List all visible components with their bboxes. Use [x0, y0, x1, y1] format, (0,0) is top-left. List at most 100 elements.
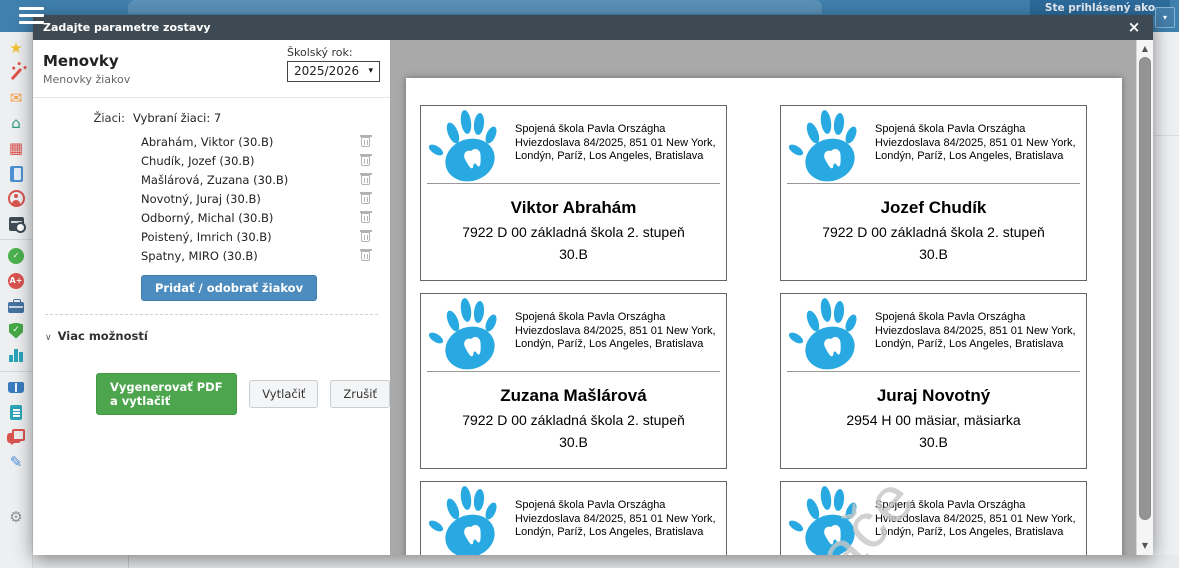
gear-icon[interactable]: ⚙: [0, 505, 32, 530]
student-row: Chudík, Jozef (30.B): [33, 151, 390, 170]
selected-count-label: Vybraní žiaci: 7: [133, 111, 221, 125]
scroll-down-icon[interactable]: ▼: [1137, 539, 1153, 553]
document-icon[interactable]: [0, 400, 32, 425]
trash-icon[interactable]: [361, 156, 370, 166]
check-circle-icon[interactable]: ✓: [0, 243, 32, 268]
student-name: Spatny, MIRO (30.B): [141, 249, 258, 263]
name-tag-card: Spojená škola Pavla Országha Hviezdoslav…: [420, 105, 727, 281]
card-student-name: Juraj Novotný: [781, 386, 1086, 406]
student-row: Poistený, Imrich (30.B): [33, 227, 390, 246]
mail-icon[interactable]: ✉: [0, 86, 32, 111]
name-tag-card: Spojená škola Pavla Országha Hviezdoslav…: [780, 481, 1087, 555]
student-row: Odborný, Michal (30.B): [33, 208, 390, 227]
card-class: 30.B: [421, 434, 726, 450]
school-year-value: 2025/2026: [294, 62, 359, 81]
report-parameters-modal: Zadajte parametre zostavy × Menovky Meno…: [33, 15, 1153, 555]
student-row: Spatny, MIRO (30.B): [33, 246, 390, 265]
student-list: Abrahám, Viktor (30.B) Chudík, Jozef (30…: [33, 132, 390, 265]
top-tab-hint: [128, 0, 822, 14]
trash-icon[interactable]: [361, 194, 370, 204]
card-student-name: Viktor Abrahám: [421, 198, 726, 218]
notebook-icon[interactable]: [0, 161, 32, 186]
page-right-edge: [1154, 32, 1179, 568]
trash-icon[interactable]: [361, 251, 370, 261]
handprint-logo-icon: [786, 108, 866, 188]
preview-page: Spojená škola Pavla Országha Hviezdoslav…: [406, 78, 1122, 555]
modal-title: Zadajte parametre zostavy: [43, 21, 211, 34]
student-name: Novotný, Juraj (30.B): [141, 192, 261, 206]
chevron-down-icon: ▾: [368, 62, 373, 81]
school-year-select[interactable]: 2025/2026 ▾: [287, 61, 380, 82]
star-icon[interactable]: ★: [0, 36, 32, 61]
trash-icon[interactable]: [361, 213, 370, 223]
grade-a-plus-icon[interactable]: A+: [0, 268, 32, 293]
handprint-logo-icon: [426, 108, 506, 188]
handprint-logo-icon: [426, 296, 506, 376]
scrollbar-thumb[interactable]: [1139, 57, 1151, 520]
card-divider: [787, 183, 1080, 184]
app-root: Ste prihlásený ako ▾ ★ ✉⌂▦ ✓A+ ✎ ⚙ Zadajte p…: [0, 0, 1179, 568]
generate-pdf-button[interactable]: Vygenerovať PDF a vytlačiť: [96, 373, 237, 415]
school-address: Spojená škola Pavla Országha Hviezdoslav…: [515, 311, 723, 352]
print-button[interactable]: Vytlačiť: [249, 380, 318, 408]
handprint-logo-icon: [786, 296, 866, 376]
card-class: 30.B: [781, 434, 1086, 450]
chat-icon[interactable]: [0, 425, 32, 450]
chevron-down-icon: ∨: [45, 333, 52, 343]
more-options-toggle[interactable]: ∨ Viac možností: [45, 329, 390, 343]
name-tag-card: Spojená škola Pavla Országha Hviezdoslav…: [780, 293, 1087, 469]
more-options-label: Viac možností: [58, 329, 148, 343]
card-student-name: Zuzana Mašlárová: [421, 386, 726, 406]
preview-scrollbar[interactable]: ▲ ▼: [1136, 40, 1153, 555]
report-form-panel: Menovky Menovky žiakov Školský rok: 2025…: [33, 40, 390, 555]
school-year-label: Školský rok:: [287, 46, 380, 59]
card-divider: [427, 371, 720, 372]
handprint-logo-icon: [426, 484, 506, 555]
divider: [45, 314, 378, 315]
student-name: Poistený, Imrich (30.B): [141, 230, 272, 244]
person-icon[interactable]: [0, 186, 32, 211]
close-icon[interactable]: ×: [1125, 15, 1143, 40]
card-program: 7922 D 00 základná škola 2. stupeň: [421, 412, 726, 428]
school-address: Spojená škola Pavla Országha Hviezdoslav…: [515, 123, 723, 164]
trash-icon[interactable]: [361, 137, 370, 147]
menu-icon[interactable]: [19, 7, 44, 24]
page-bottom-strip: [33, 555, 1179, 568]
name-tag-card: Spojená škola Pavla Országha Hviezdoslav…: [420, 481, 727, 555]
student-name: Abrahám, Viktor (30.B): [141, 135, 273, 149]
calendar-icon[interactable]: [0, 211, 32, 236]
name-tag-card: Spojená škola Pavla Országha Hviezdoslav…: [420, 293, 727, 469]
cancel-button[interactable]: Zrušiť: [330, 380, 390, 408]
modal-header: Zadajte parametre zostavy ×: [33, 15, 1153, 40]
card-program: 7922 D 00 základná škola 2. stupeň: [781, 224, 1086, 240]
trash-icon[interactable]: [361, 232, 370, 242]
student-row: Mašlárová, Zuzana (30.B): [33, 170, 390, 189]
card-class: 30.B: [421, 246, 726, 262]
sidebar: ★ ✉⌂▦ ✓A+ ✎ ⚙: [0, 32, 33, 568]
wand-icon[interactable]: [0, 61, 32, 86]
briefcase-icon[interactable]: [0, 293, 32, 318]
chevron-down-icon: ▾: [1163, 13, 1167, 22]
logged-in-button[interactable]: Ste prihlásený ako: [1030, 0, 1170, 16]
card-divider: [787, 371, 1080, 372]
trash-icon[interactable]: [361, 175, 370, 185]
card-program: 2954 H 00 mäsiar, mäsiarka: [781, 412, 1086, 428]
scroll-up-icon[interactable]: ▲: [1137, 42, 1153, 56]
shield-icon[interactable]: [0, 318, 32, 343]
timetable-icon[interactable]: ▦: [0, 136, 32, 161]
home-icon[interactable]: ⌂: [0, 111, 32, 136]
print-preview-area: Spojená škola Pavla Országha Hviezdoslav…: [390, 40, 1153, 555]
cards-grid: Spojená škola Pavla Országha Hviezdoslav…: [420, 105, 1087, 555]
user-dropdown-button[interactable]: ▾: [1155, 7, 1175, 28]
school-address: Spojená škola Pavla Országha Hviezdoslav…: [875, 123, 1083, 164]
student-row: Abrahám, Viktor (30.B): [33, 132, 390, 151]
chart-icon[interactable]: [0, 343, 32, 368]
pen-icon[interactable]: ✎: [0, 450, 32, 475]
school-address: Spojená škola Pavla Országha Hviezdoslav…: [875, 499, 1083, 540]
card-divider: [427, 183, 720, 184]
school-address: Spojená škola Pavla Országha Hviezdoslav…: [515, 499, 723, 540]
book-icon[interactable]: [0, 375, 32, 400]
handprint-logo-icon: [786, 484, 866, 555]
add-remove-students-button[interactable]: Pridať / odobrať žiakov: [141, 275, 317, 301]
name-tag-card: Spojená škola Pavla Országha Hviezdoslav…: [780, 105, 1087, 281]
